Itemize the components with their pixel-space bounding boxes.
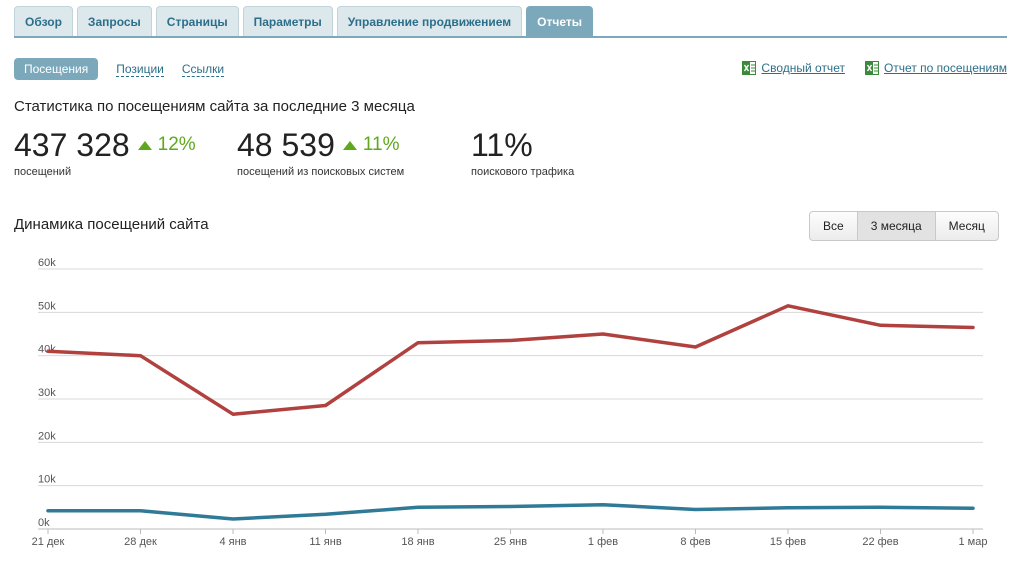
x-tick-label: 8 фев (680, 536, 710, 548)
subnav-visits[interactable]: Посещения (14, 58, 99, 80)
stat-search-visits-caption: посещений из поисковых систем (237, 166, 405, 178)
x-tick-label: 28 дек (124, 536, 157, 548)
range-3-months-button[interactable]: 3 месяца (856, 212, 935, 240)
y-tick-label: 60k (38, 257, 56, 269)
y-tick-label: 40k (38, 344, 56, 356)
x-tick-label: 22 фев (862, 536, 898, 548)
x-tick-label: 25 янв (494, 536, 527, 548)
tabs-underline (14, 36, 1007, 38)
summary-report-link[interactable]: Сводный отчет (742, 61, 845, 75)
subnav-links[interactable]: Ссылки (181, 62, 225, 77)
y-tick-label: 10k (38, 474, 56, 486)
stats-title: Статистика по посещениям сайта за послед… (14, 98, 415, 115)
tab-queries[interactable]: Запросы (76, 6, 152, 36)
tab-parameters[interactable]: Параметры (242, 6, 333, 36)
x-tick-label: 21 дек (32, 536, 65, 548)
report-subnav: Посещения Позиции Ссылки (14, 58, 225, 80)
x-tick-label: 1 мар (959, 536, 988, 548)
range-all-button[interactable]: Все (810, 212, 857, 240)
tab-overview[interactable]: Обзор (14, 6, 73, 36)
excel-icon (864, 61, 879, 75)
stat-visits-caption: посещений (14, 166, 72, 178)
tab-reports[interactable]: Отчеты (526, 6, 593, 36)
stat-search-visits-change: 11% (362, 134, 400, 155)
y-tick-label: 50k (38, 300, 56, 312)
y-tick-label: 0k (38, 517, 50, 529)
stat-visits: 437 328 12% посещений (14, 126, 196, 178)
series-line-2 (46, 502, 975, 521)
visits-report-label: Отчет по посещениям (883, 61, 1007, 75)
range-selector: Все 3 месяца Месяц (809, 211, 999, 241)
x-tick-label: 4 янв (219, 536, 246, 548)
x-tick-label: 18 янв (401, 536, 434, 548)
stat-search-share-caption: поискового трафика (471, 166, 575, 178)
tab-promotion[interactable]: Управление продвижением (336, 6, 523, 36)
subnav-positions[interactable]: Позиции (116, 62, 164, 77)
y-tick-label: 20k (38, 430, 56, 442)
up-arrow-icon (342, 140, 357, 150)
excel-icon (742, 61, 757, 75)
stat-visits-value: 437 328 (14, 127, 130, 163)
x-tick-label: 11 янв (309, 536, 342, 548)
chart-title: Динамика посещений сайта (14, 216, 209, 233)
stat-search-visits: 48 539 11% посещений из поисковых систем (237, 126, 404, 178)
x-tick-label: 1 фев (588, 536, 618, 548)
stat-search-share-value: 11% (471, 127, 533, 163)
stat-search-share: 11% поискового трафика (471, 126, 574, 178)
visits-line-chart: 0k 10k 20k 30k 40k 50k 60k 21 дек 28 дек 4 янв 11 … (32, 257, 988, 548)
tab-pages[interactable]: Страницы (155, 6, 239, 36)
summary-report-label: Сводный отчет (761, 61, 845, 75)
x-tick-label: 15 фев (770, 536, 806, 548)
stat-visits-change: 12% (157, 134, 196, 155)
range-month-button[interactable]: Месяц (934, 212, 998, 240)
y-tick-label: 30k (38, 387, 56, 399)
visits-report-link[interactable]: Отчет по посещениям (864, 61, 1007, 75)
main-tabs: Обзор Запросы Страницы Параметры Управле… (14, 6, 593, 36)
report-links: Сводный отчет Отчет по посещениям (742, 61, 1007, 75)
up-arrow-icon (137, 140, 152, 150)
series-line-1 (46, 304, 975, 416)
stat-search-visits-value: 48 539 (237, 127, 335, 163)
